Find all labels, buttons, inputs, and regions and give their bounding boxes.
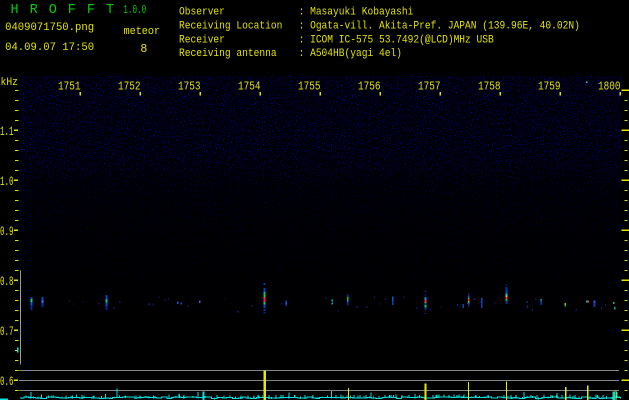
svg-text:0.6: 0.6: [0, 375, 14, 390]
svg-text:: A504HB(yagi 4el): : A504HB(yagi 4el): [299, 48, 402, 61]
svg-text:1.1: 1.1: [0, 125, 14, 140]
svg-text:0.7: 0.7: [0, 325, 14, 340]
svg-text:1755: 1755: [298, 81, 320, 94]
svg-text:meteor: meteor: [124, 26, 161, 39]
svg-text:1753: 1753: [178, 81, 200, 94]
svg-text:: Masayuki Kobayashi: : Masayuki Kobayashi: [299, 6, 414, 19]
svg-text:0.8: 0.8: [0, 275, 14, 290]
svg-text:Receiving Location: Receiving Location: [179, 20, 282, 33]
svg-text:1.0: 1.0: [0, 175, 14, 190]
svg-text:: ICOM IC-575 53.7492(@LCD)MHz: : ICOM IC-575 53.7492(@LCD)MHz USB: [299, 34, 494, 47]
svg-text:T: T: [106, 3, 114, 18]
svg-text:1756: 1756: [358, 81, 380, 94]
svg-text:kHz: kHz: [1, 76, 18, 89]
svg-text:R: R: [30, 3, 38, 18]
svg-text:8: 8: [140, 43, 147, 56]
svg-text:0409071750.png: 0409071750.png: [5, 22, 94, 34]
svg-text:H: H: [11, 3, 19, 18]
svg-text:1800: 1800: [598, 81, 620, 94]
svg-text:F: F: [87, 3, 95, 18]
svg-text:Receiver: Receiver: [179, 34, 225, 47]
svg-text:1752: 1752: [118, 81, 140, 94]
svg-text:1751: 1751: [58, 81, 80, 94]
svg-text:0.9: 0.9: [0, 225, 14, 240]
svg-text:F: F: [68, 3, 76, 18]
svg-text:1758: 1758: [478, 81, 500, 94]
svg-text:1757: 1757: [418, 81, 440, 94]
svg-text:Receiving antenna: Receiving antenna: [179, 48, 277, 61]
svg-text:1759: 1759: [538, 81, 560, 94]
svg-text:: Ogata-vill. Akita-Pref. JAPA: : Ogata-vill. Akita-Pref. JAPAN (139.96E…: [299, 20, 580, 33]
svg-text:1.0.0: 1.0.0: [123, 3, 146, 17]
svg-text:Observer: Observer: [179, 6, 225, 19]
svg-text:O: O: [49, 3, 57, 18]
svg-text:04.09.07 17:50: 04.09.07 17:50: [5, 42, 94, 54]
svg-text:1754: 1754: [238, 81, 260, 94]
